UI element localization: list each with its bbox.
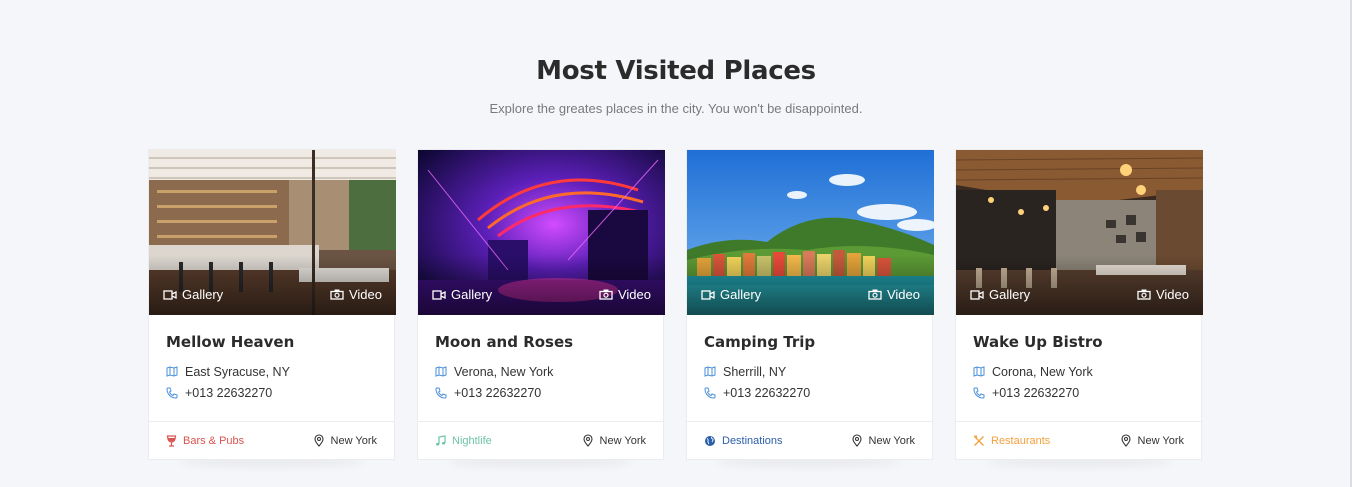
fork-knife-icon <box>974 435 984 446</box>
place-title[interactable]: Mellow Heaven <box>166 333 377 351</box>
category-link[interactable]: Restaurants <box>973 435 1050 447</box>
gallery-label: Gallery <box>182 287 224 302</box>
gallery-link[interactable]: Gallery <box>163 287 223 302</box>
category-link[interactable]: Bars & Pubs <box>166 435 244 447</box>
category-label: Destinations <box>722 434 783 447</box>
gallery-link[interactable]: Gallery <box>701 287 761 302</box>
video-label: Video <box>1155 287 1189 302</box>
city-location: New York <box>582 434 646 447</box>
video-link[interactable]: Video <box>330 287 382 302</box>
gallery-link[interactable]: Gallery <box>432 287 492 302</box>
gallery-label: Gallery <box>989 287 1031 302</box>
city-label: New York <box>330 434 377 447</box>
music-note-icon <box>436 434 446 445</box>
address-text: Corona, New York <box>992 364 1093 379</box>
video-camera-icon <box>701 289 715 300</box>
category-link[interactable]: Destinations <box>704 435 783 447</box>
video-label: Video <box>886 287 920 302</box>
place-image[interactable]: Gallery Video <box>956 150 1203 315</box>
phone-text: +013 22632270 <box>185 385 273 400</box>
place-title[interactable]: Moon and Roses <box>435 333 646 351</box>
place-address: East Syracuse, NY <box>166 361 377 382</box>
category-label: Nightlife <box>452 434 492 447</box>
place-address: Verona, New York <box>435 361 646 382</box>
section-subtitle: Explore the greates places in the city. … <box>489 101 863 116</box>
map-icon <box>704 366 716 377</box>
map-icon <box>166 366 178 377</box>
place-title[interactable]: Camping Trip <box>704 333 915 351</box>
gallery-link[interactable]: Gallery <box>970 287 1030 302</box>
video-label: Video <box>348 287 382 302</box>
place-phone[interactable]: +013 22632270 <box>435 382 646 403</box>
video-label: Video <box>617 287 651 302</box>
phone-icon <box>435 387 447 399</box>
phone-icon <box>166 387 178 399</box>
camera-icon <box>868 289 882 300</box>
map-pin-icon <box>582 434 593 447</box>
gallery-label: Gallery <box>451 287 493 302</box>
video-camera-icon <box>432 289 446 300</box>
city-location: New York <box>1120 434 1184 447</box>
category-link[interactable]: Nightlife <box>435 435 492 447</box>
city-location: New York <box>851 434 915 447</box>
map-pin-icon <box>851 434 862 447</box>
map-pin-icon <box>313 434 324 447</box>
address-text: East Syracuse, NY <box>185 364 290 379</box>
video-link[interactable]: Video <box>868 287 920 302</box>
video-link[interactable]: Video <box>1137 287 1189 302</box>
phone-icon <box>973 387 985 399</box>
map-icon <box>973 366 985 377</box>
category-label: Restaurants <box>991 434 1051 447</box>
place-card-camping-trip[interactable]: Gallery Video Camping Trip Sherrill, NY … <box>686 149 934 460</box>
city-location: New York <box>313 434 377 447</box>
place-image[interactable]: Gallery Video <box>418 150 665 315</box>
address-text: Sherrill, NY <box>723 364 787 379</box>
map-icon <box>435 366 447 377</box>
city-label: New York <box>599 434 646 447</box>
phone-text: +013 22632270 <box>454 385 542 400</box>
place-phone[interactable]: +013 22632270 <box>973 382 1184 403</box>
place-title[interactable]: Wake Up Bistro <box>973 333 1184 351</box>
address-text: Verona, New York <box>454 364 554 379</box>
place-card-mellow-heaven[interactable]: Gallery Video Mellow Heaven East Syracus… <box>148 149 396 460</box>
place-phone[interactable]: +013 22632270 <box>704 382 915 403</box>
map-pin-icon <box>1120 434 1131 447</box>
section-title: Most Visited Places <box>536 56 816 86</box>
video-camera-icon <box>970 289 984 300</box>
camera-icon <box>599 289 613 300</box>
video-camera-icon <box>163 289 177 300</box>
gallery-label: Gallery <box>720 287 762 302</box>
place-card-wake-up-bistro[interactable]: Gallery Video Wake Up Bistro Corona, New… <box>955 149 1203 460</box>
globe-icon <box>705 435 715 446</box>
wine-glass-icon <box>166 434 177 447</box>
place-address: Sherrill, NY <box>704 361 915 382</box>
category-label: Bars & Pubs <box>183 434 245 447</box>
camera-icon <box>1137 289 1151 300</box>
place-address: Corona, New York <box>973 361 1184 382</box>
city-label: New York <box>1137 434 1184 447</box>
city-label: New York <box>868 434 915 447</box>
video-link[interactable]: Video <box>599 287 651 302</box>
place-image[interactable]: Gallery Video <box>149 150 396 315</box>
place-card-moon-and-roses[interactable]: Gallery Video Moon and Roses Verona, New… <box>417 149 665 460</box>
phone-text: +013 22632270 <box>992 385 1080 400</box>
phone-text: +013 22632270 <box>723 385 811 400</box>
camera-icon <box>330 289 344 300</box>
place-image[interactable]: Gallery Video <box>687 150 934 315</box>
place-phone[interactable]: +013 22632270 <box>166 382 377 403</box>
phone-icon <box>704 387 716 399</box>
places-grid: Gallery Video Mellow Heaven East Syracus… <box>148 149 1203 460</box>
